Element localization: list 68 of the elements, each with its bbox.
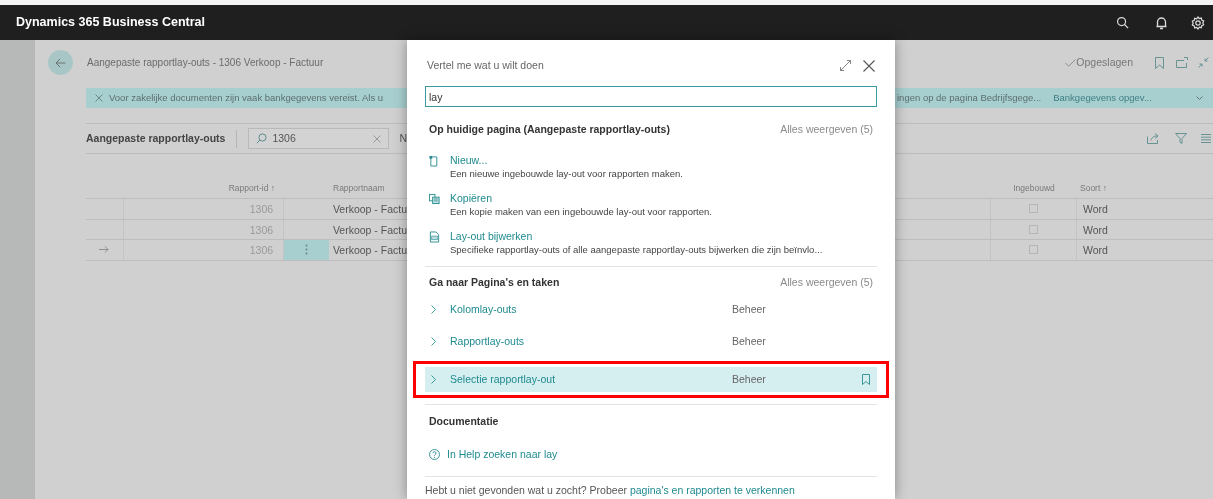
bell-icon[interactable] (1155, 15, 1168, 30)
table-cell-text: Verkoop - Factu (331, 202, 407, 217)
app-title: Dynamics 365 Business Central (16, 14, 205, 32)
saved-status: Opgeslagen (1076, 54, 1133, 70)
page-result-item[interactable]: Kolomlay-outs Beheer (425, 297, 877, 322)
page-breadcrumb: Aangepaste rapportlay-outs - 1306 Verkoop - Factuur (87, 56, 324, 70)
action-description: Een kopie maken van een ingebouwde lay-out voor rapporten. (450, 204, 712, 218)
search-field[interactable]: 1306 (248, 128, 390, 149)
show-all-link[interactable]: Alles weergeven (5) (780, 121, 873, 138)
action-link[interactable]: Nieuw... (450, 152, 683, 167)
open-new-window-icon[interactable] (1176, 57, 1188, 68)
filter-icon[interactable] (1175, 133, 1187, 144)
explore-link[interactable]: pagina's en rapporten te verkennen (629, 484, 795, 497)
row-pointer-icon (99, 246, 110, 254)
chevron-right-icon (431, 305, 436, 314)
table-cell-text: Word (1082, 202, 1108, 217)
close-icon[interactable] (863, 59, 875, 72)
collapse-icon[interactable] (1198, 57, 1209, 68)
table-cell-text: Verkoop - Factu (331, 222, 407, 238)
notification-action-link[interactable]: Bankgegevens opgev... (1053, 90, 1152, 106)
column-header[interactable]: Rapportnaam (330, 182, 385, 195)
expand-icon[interactable] (840, 60, 851, 72)
action-description: Een nieuwe ingebouwde lay-out voor rapporten maken. (450, 166, 683, 180)
checkbox[interactable] (1029, 204, 1038, 214)
table-cell-text: Word (1082, 243, 1108, 258)
show-all-link[interactable]: Alles weergeven (5) (780, 275, 873, 292)
new-document-icon (429, 154, 440, 167)
notification-text: ingen op de pagina Bedrijfsgege... (897, 90, 1042, 105)
help-icon (429, 448, 440, 460)
section-heading: Ga naar Pagina's en taken (429, 275, 560, 291)
toolbar-action[interactable]: N (399, 130, 407, 147)
section-heading: Documentatie (429, 413, 499, 429)
chevron-right-icon (431, 337, 436, 346)
back-arrow-icon (55, 57, 66, 68)
action-link[interactable]: Lay-out bijwerken (450, 228, 823, 243)
action-description: Specifieke rapportlay-outs of alle aangepaste rapportlay-outs bijwerken die zijn beïnvlo... (450, 242, 823, 256)
page-result-item[interactable]: Rapportlay-outs Beheer (425, 329, 877, 354)
section-heading: Op huidige pagina (Aangepaste rapportlay-outs) (429, 121, 670, 137)
list-title: Aangepaste rapportlay-outs (86, 130, 226, 146)
chevron-right-icon (431, 375, 436, 384)
bookmark-icon[interactable] (862, 374, 870, 385)
search-icon (256, 133, 268, 144)
list-view-icon[interactable] (1201, 134, 1211, 143)
row-actions-cell[interactable] (284, 240, 329, 260)
document-edit-icon (429, 230, 440, 243)
check-icon (1065, 58, 1077, 67)
back-button[interactable] (48, 50, 73, 75)
table-cell-text: Verkoop - Factu (331, 243, 407, 258)
page-result-item[interactable]: Selectie rapportlay-out Beheer (425, 367, 877, 392)
search-input[interactable]: lay (425, 86, 877, 107)
chevron-down-icon[interactable] (1196, 96, 1203, 100)
checkbox[interactable] (1029, 245, 1038, 255)
search-icon[interactable] (1116, 16, 1129, 29)
column-header[interactable]: Ingebouwd (991, 182, 1077, 195)
bookmark-icon[interactable] (1155, 56, 1164, 69)
dialog-title: Vertel me wat u wilt doen (427, 57, 544, 73)
settings-icon[interactable] (1191, 15, 1205, 30)
help-search-link[interactable]: In Help zoeken naar lay (447, 446, 558, 463)
notification-text: Voor zakelijke documenten zijn vaak bankgegevens vereist. Als u (109, 90, 384, 105)
checkbox[interactable] (1029, 224, 1038, 234)
table-cell-text: Word (1082, 222, 1108, 238)
column-header[interactable]: Rapport-id ↑ (124, 182, 285, 195)
action-link[interactable]: Kopiëren (450, 190, 712, 205)
share-icon[interactable] (1147, 133, 1159, 144)
clear-icon[interactable] (373, 134, 382, 143)
column-header[interactable]: Soort ↑ (1077, 182, 1107, 195)
footer-text: Hebt u niet gevonden wat u zocht? Probeer pagina's en rapporten te verkennen (425, 483, 796, 499)
copy-icon (429, 192, 440, 205)
